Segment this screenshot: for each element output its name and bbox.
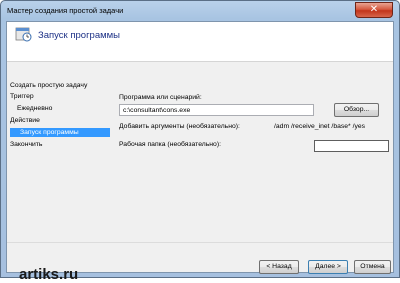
program-label: Программа или сценарий:	[119, 94, 202, 101]
program-input[interactable]	[119, 104, 314, 116]
page-title: Запуск программы	[38, 30, 120, 41]
close-icon: ✕	[369, 4, 379, 15]
wizard-client-area: Запуск программы Создать простую задачу …	[6, 21, 394, 283]
back-button[interactable]: < Назад	[259, 260, 299, 274]
step-daily[interactable]: Ежедневно	[17, 105, 52, 112]
task-clock-icon	[15, 27, 32, 42]
wizard-form: Программа или сценарий: Обзор... Добавит…	[119, 62, 393, 242]
next-button[interactable]: Далее >	[308, 260, 348, 274]
cancel-button[interactable]: Отмена	[354, 260, 391, 274]
args-input[interactable]: /adm /receive_inet /base* /yes	[274, 123, 365, 130]
wizard-header: Запуск программы	[7, 22, 393, 62]
close-button[interactable]: ✕	[355, 2, 393, 18]
args-label: Добавить аргументы (необязательно):	[119, 123, 240, 130]
step-trigger[interactable]: Триггер	[10, 93, 34, 100]
step-start-program[interactable]: Запуск программы	[10, 128, 110, 137]
step-action[interactable]: Действие	[10, 117, 40, 124]
workdir-label: Рабочая папка (необязательно):	[119, 141, 221, 148]
wizard-footer: artiks.ru < Назад Далее > Отмена	[7, 242, 393, 283]
workdir-input[interactable]	[314, 140, 389, 152]
browse-button[interactable]: Обзор...	[334, 103, 379, 117]
watermark: artiks.ru	[19, 266, 79, 283]
title-bar[interactable]: Мастер создания простой задачи ✕	[1, 1, 399, 21]
step-finish[interactable]: Закончить	[10, 141, 42, 148]
step-create-task[interactable]: Создать простую задачу	[10, 82, 87, 89]
wizard-window: Мастер создания простой задачи ✕ Запуск …	[0, 0, 400, 283]
window-title: Мастер создания простой задачи	[7, 6, 124, 15]
wizard-step-list: Создать простую задачу Триггер Ежедневно…	[7, 62, 112, 242]
